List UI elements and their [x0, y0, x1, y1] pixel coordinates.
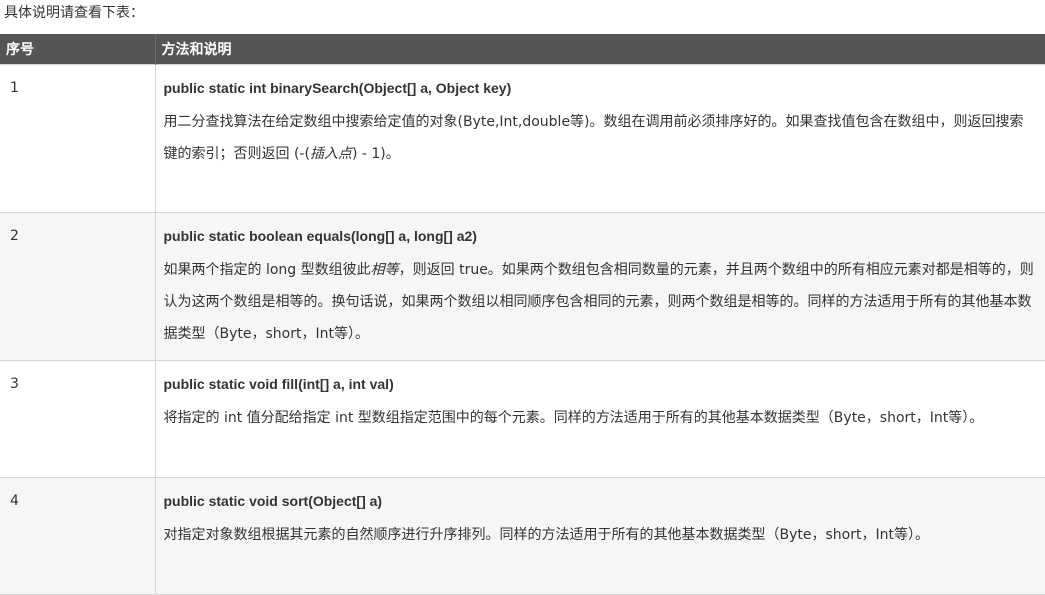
method-signature: public static void fill(int[] a, int val…: [163, 376, 394, 392]
table-row: 3 public static void fill(int[] a, int v…: [0, 360, 1045, 478]
table-header-row: 序号 方法和说明: [0, 34, 1045, 65]
row-method-cell: public static int binarySearch(Object[] …: [155, 64, 1045, 213]
row-method-cell: public static void fill(int[] a, int val…: [155, 360, 1045, 478]
method-description: 用二分查找算法在给定数组中搜索给定值的对象(Byte,Int,double等)。…: [164, 106, 1038, 170]
description-emphasis: 相等: [370, 262, 399, 278]
table-row: 2 public static boolean equals(long[] a,…: [0, 212, 1045, 361]
header-method-and-description: 方法和说明: [155, 34, 1045, 65]
method-signature: public static void sort(Object[] a): [163, 493, 383, 509]
row-index: 2: [0, 212, 156, 361]
intro-text: 具体说明请查看下表：: [4, 5, 144, 21]
row-method-cell: public static boolean equals(long[] a, l…: [155, 212, 1045, 361]
methods-table: 序号 方法和说明 1 public static int binarySearc…: [0, 34, 1045, 595]
method-signature: public static int binarySearch(Object[] …: [163, 80, 512, 96]
description-text: 如果两个指定的 long 型数组彼此: [163, 262, 371, 278]
method-description: 如果两个指定的 long 型数组彼此相等，则返回 true。如果两个数组包含相同…: [164, 254, 1038, 350]
description-text: ) - 1)。: [351, 146, 400, 162]
table-row: 1 public static int binarySearch(Object[…: [0, 64, 1045, 213]
row-index: 4: [0, 477, 156, 595]
method-description: 将指定的 int 值分配给指定 int 型数组指定范围中的每个元素。同样的方法适…: [163, 410, 984, 426]
row-method-cell: public static void sort(Object[] a) 对指定对…: [155, 477, 1045, 595]
table-row: 4 public static void sort(Object[] a) 对指…: [0, 477, 1045, 595]
method-description: 对指定对象数组根据其元素的自然顺序进行升序排列。同样的方法适用于所有的其他基本数…: [163, 527, 929, 543]
header-index: 序号: [0, 34, 156, 65]
description-emphasis: 插入点: [309, 146, 352, 162]
description-text: 用二分查找算法在给定数组中搜索给定值的对象(Byte,Int,double等)。…: [163, 114, 1024, 162]
row-index: 3: [0, 360, 156, 478]
method-signature: public static boolean equals(long[] a, l…: [163, 228, 477, 244]
row-index: 1: [0, 64, 156, 213]
